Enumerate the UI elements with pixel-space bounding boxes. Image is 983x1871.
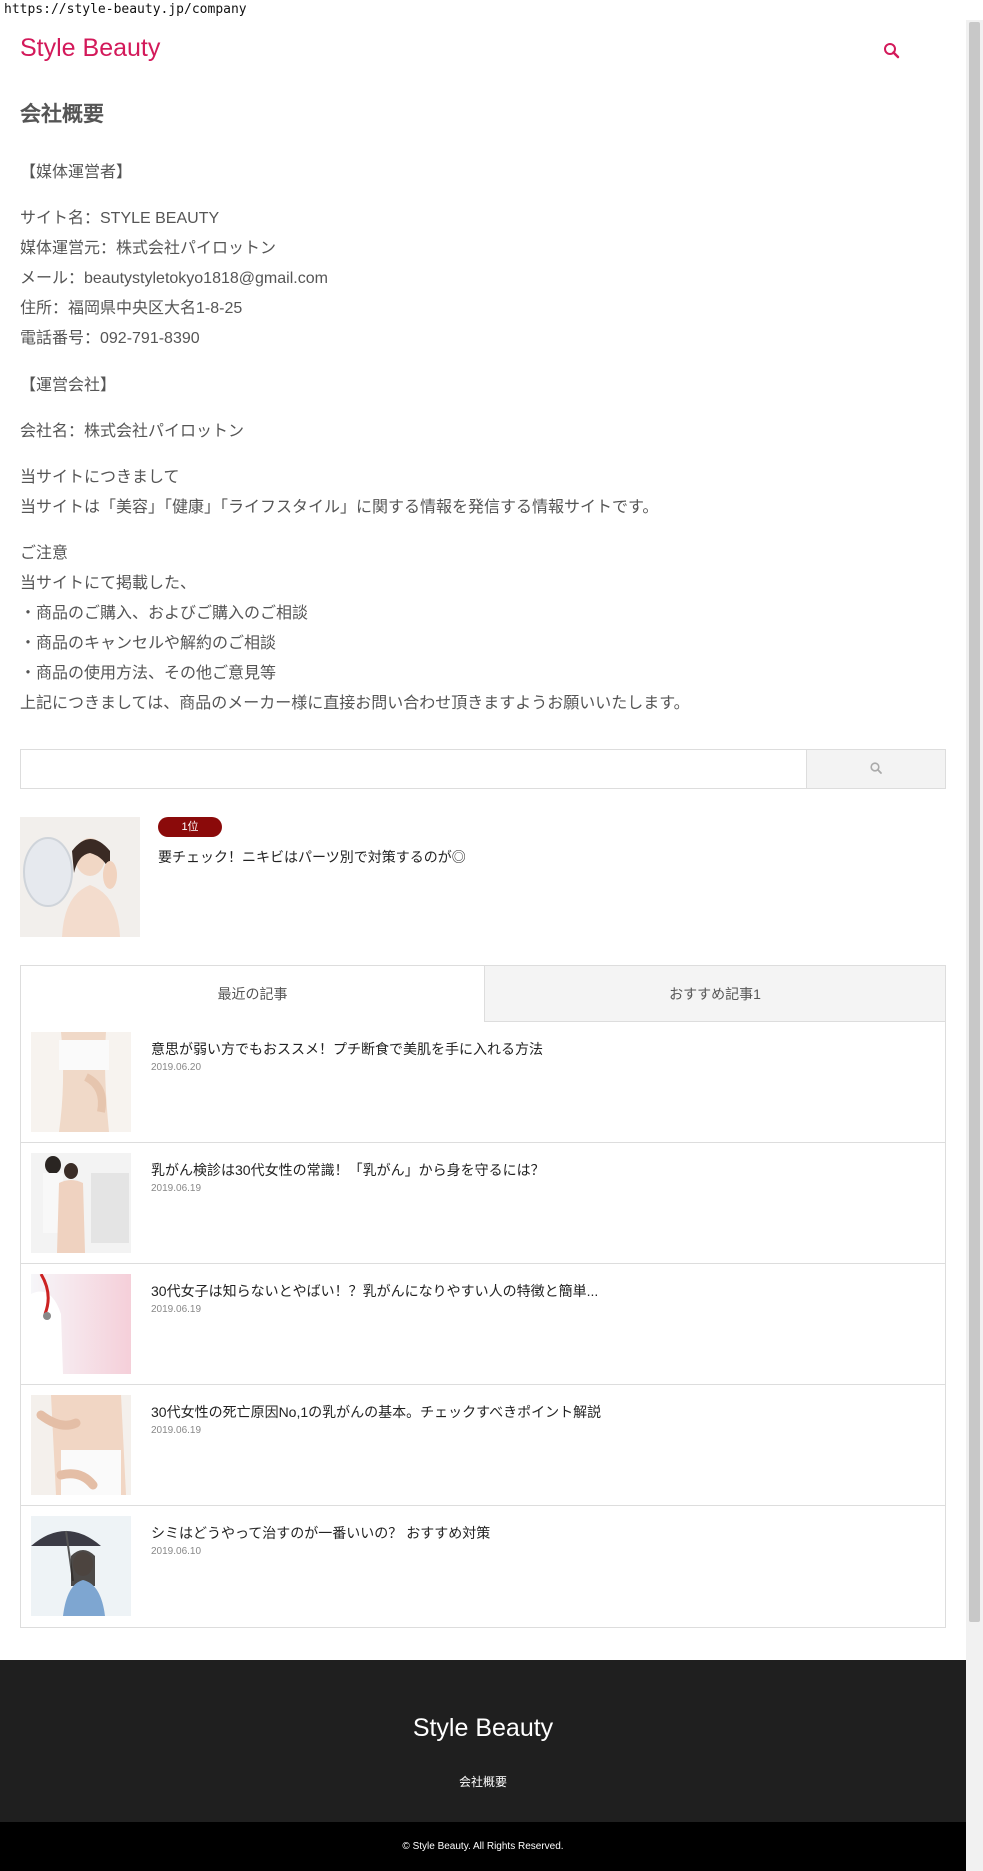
rank-badge: 1位: [158, 817, 222, 837]
notice-item: ・商品の使用方法、その他ご意見等: [20, 665, 277, 682]
ranking-item[interactable]: 1位 要チェック！ニキビはパーツ別で対策するのが◎: [20, 817, 946, 937]
search-icon: [869, 760, 883, 779]
site-logo[interactable]: Style Beauty: [20, 34, 160, 63]
about-text: 当サイトは「美容」「健康」「ライフスタイル」に関する情報を発信する情報サイトです…: [20, 499, 659, 516]
about-heading: 当サイトにつきまして: [20, 469, 180, 486]
article-tabs: 最近の記事 おすすめ記事1 意思が弱い方でもおススメ！プチ断食で美肌を手に入れる…: [20, 965, 946, 1628]
company-heading: 【運営会社】: [20, 377, 117, 394]
tab-recent-posts[interactable]: 最近の記事: [21, 966, 484, 1022]
post-date: 2019.06.19: [151, 1425, 202, 1436]
about-section: 当サイトにつきまして 当サイトは「美容」「健康」「ライフスタイル」に関する情報を…: [20, 463, 658, 523]
search-icon[interactable]: [881, 40, 903, 62]
post-title[interactable]: 30代女性の死亡原因No,1の乳がんの基本。チェックすべきポイント解説: [151, 1402, 601, 1422]
notice-item: ・商品のキャンセルや解約のご相談: [20, 635, 277, 652]
post-date: 2019.06.10: [151, 1546, 202, 1557]
notice-item: ・商品のご購入、およびご購入のご相談: [20, 605, 309, 622]
page-title: 会社概要: [20, 103, 104, 126]
site-footer: Style Beauty 会社概要: [0, 1660, 966, 1822]
post-title[interactable]: 30代女子は知らないとやばい！？乳がんになりやすい人の特徴と簡単...: [151, 1281, 598, 1301]
post-title[interactable]: 乳がん検診は30代女性の常識！「乳がん」から身を守るには？: [151, 1160, 545, 1180]
post-thumbnail[interactable]: [31, 1395, 131, 1495]
post-thumbnail[interactable]: [31, 1274, 131, 1374]
post-thumbnail[interactable]: [31, 1153, 131, 1253]
operator-details: サイト名：STYLE BEAUTY 媒体運営元：株式会社パイロットン メール：b…: [20, 204, 328, 354]
operator-text: 媒体運営元：株式会社パイロットン: [20, 240, 277, 257]
company-name-section: 会社名：株式会社パイロットン: [20, 417, 244, 447]
address-bar[interactable]: https://style-beauty.jp/company: [0, 0, 251, 20]
post-thumbnail[interactable]: [31, 1032, 131, 1132]
post-date: 2019.06.20: [151, 1062, 202, 1073]
notice-section: ご注意 当サイトにて掲載した、 ・商品のご購入、およびご購入のご相談 ・商品のキ…: [20, 539, 690, 719]
post-date: 2019.06.19: [151, 1183, 202, 1194]
post-title[interactable]: シミはどうやって治すのが一番いいの？ おすすめ対策: [151, 1523, 490, 1543]
search-input[interactable]: [21, 750, 807, 788]
ranking-thumbnail[interactable]: [20, 817, 140, 937]
list-item[interactable]: 意思が弱い方でもおススメ！プチ断食で美肌を手に入れる方法 2019.06.20: [21, 1022, 945, 1143]
main-content: 会社概要: [20, 98, 946, 134]
company-info: 【媒体運営者】: [20, 158, 132, 188]
notice-intro: 当サイトにて掲載した、: [20, 575, 197, 592]
site-header: Style Beauty: [0, 20, 966, 82]
list-item[interactable]: 30代女子は知らないとやばい！？乳がんになりやすい人の特徴と簡単... 2019…: [21, 1264, 945, 1385]
list-item[interactable]: 乳がん検診は30代女性の常識！「乳がん」から身を守るには？ 2019.06.19: [21, 1143, 945, 1264]
operator-heading: 【媒体運営者】: [20, 164, 133, 181]
notice-outro: 上記につきましては、商品のメーカー様に直接お問い合わせ頂きますようお願いいたしま…: [20, 695, 690, 712]
tab-recommended-posts[interactable]: おすすめ記事1: [484, 966, 945, 1022]
copyright: © Style Beauty. All Rights Reserved.: [0, 1822, 966, 1871]
list-item[interactable]: シミはどうやって治すのが一番いいの？ おすすめ対策 2019.06.10: [21, 1506, 945, 1627]
footer-link-company[interactable]: 会社概要: [0, 1773, 966, 1790]
list-item[interactable]: 30代女性の死亡原因No,1の乳がんの基本。チェックすべきポイント解説 2019…: [21, 1385, 945, 1506]
company-section: 【運営会社】: [20, 371, 116, 401]
site-name-text: サイト名：STYLE BEAUTY: [20, 210, 220, 227]
phone-text: 電話番号：092-791-8390: [20, 330, 200, 347]
search-form: [20, 749, 946, 789]
page: Style Beauty 会社概要 【媒体運営者】 サイト名：STYLE BEA…: [0, 20, 966, 1871]
scrollbar-thumb[interactable]: [969, 22, 980, 1622]
post-title[interactable]: 意思が弱い方でもおススメ！プチ断食で美肌を手に入れる方法: [151, 1039, 543, 1059]
post-list: 意思が弱い方でもおススメ！プチ断食で美肌を手に入れる方法 2019.06.20 …: [21, 1022, 945, 1627]
footer-logo[interactable]: Style Beauty: [0, 1714, 966, 1743]
search-button[interactable]: [807, 750, 945, 788]
post-date: 2019.06.19: [151, 1304, 202, 1315]
notice-heading: ご注意: [20, 545, 69, 562]
ranking-title[interactable]: 要チェック！ニキビはパーツ別で対策するのが◎: [158, 847, 466, 867]
company-name-text: 会社名：株式会社パイロットン: [20, 423, 245, 440]
email-text: メール：beautystyletokyo1818@gmail.com: [20, 270, 328, 287]
address-text: 住所：福岡県中央区大名1-8-25: [20, 300, 243, 317]
post-thumbnail[interactable]: [31, 1516, 131, 1616]
